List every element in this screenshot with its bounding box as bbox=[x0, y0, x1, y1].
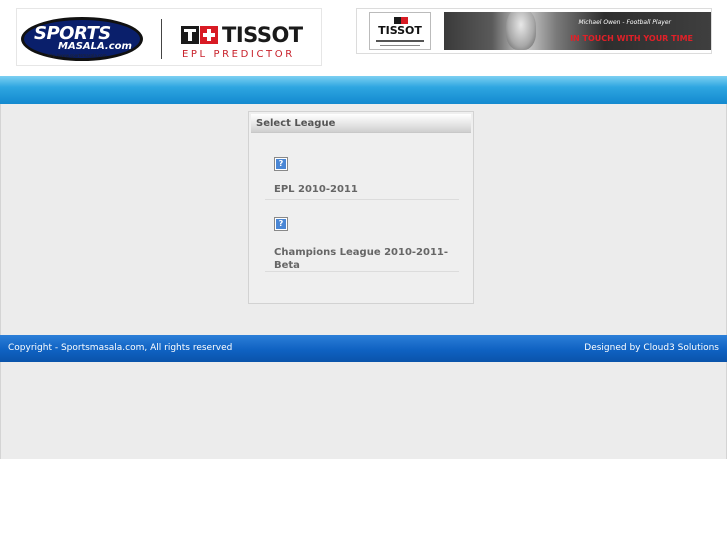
league-divider bbox=[265, 199, 459, 200]
broken-image-icon[interactable]: ? bbox=[274, 157, 288, 171]
epl-predictor-subtitle: EPL PREDICTOR bbox=[182, 49, 295, 60]
league-item-epl[interactable]: ? EPL 2010-2011 bbox=[265, 156, 459, 200]
logo-divider bbox=[161, 19, 162, 59]
league-item-champions-league[interactable]: ? Champions League 2010-2011-Beta bbox=[265, 216, 459, 272]
banner-tissot-logo: TISSOT bbox=[369, 12, 431, 50]
league-link-epl[interactable]: EPL 2010-2011 bbox=[274, 183, 449, 196]
footer-designer-credit: Designed by Cloud3 Solutions bbox=[584, 343, 719, 353]
page: SPORTS MASALA.com http://www.sportsmasal… bbox=[0, 0, 727, 545]
banner-caption: Michael Owen - Football Player bbox=[578, 19, 671, 26]
panel-title: Select League bbox=[256, 118, 336, 129]
tissot-logo: TISSOT bbox=[181, 23, 303, 47]
player-photo bbox=[506, 12, 536, 50]
panel-header: Select League bbox=[251, 114, 471, 133]
league-divider bbox=[265, 271, 459, 272]
banner-slogan: IN TOUCH WITH YOUR TIME bbox=[570, 34, 693, 43]
logo-masala-word: MASALA.com bbox=[58, 41, 132, 52]
league-link-champions-league[interactable]: Champions League 2010-2011-Beta bbox=[274, 246, 449, 272]
site-logo-link[interactable]: SPORTS MASALA.com http://www.sportsmasal… bbox=[16, 8, 322, 66]
banner-photo: Michael Owen - Football Player IN TOUCH … bbox=[444, 12, 711, 50]
banner-tissot-mark-icon bbox=[394, 17, 408, 24]
footer-copyright: Copyright - Sportsmasala.com, All rights… bbox=[8, 343, 233, 353]
tissot-ad-banner[interactable]: TISSOT Michael Owen - Football Player IN… bbox=[356, 8, 712, 54]
tissot-t-icon bbox=[181, 26, 199, 44]
logo-url: http://www.sportsmasala.com bbox=[47, 53, 107, 58]
broken-image-icon[interactable]: ? bbox=[274, 217, 288, 231]
tissot-wordmark: TISSOT bbox=[222, 23, 303, 47]
select-league-panel: Select League ? EPL 2010-2011 ? Champion… bbox=[248, 111, 474, 304]
footer-bar: Copyright - Sportsmasala.com, All rights… bbox=[0, 335, 727, 362]
top-nav-bar bbox=[0, 76, 727, 104]
swiss-cross-icon bbox=[200, 26, 218, 44]
header: SPORTS MASALA.com http://www.sportsmasal… bbox=[0, 0, 727, 76]
banner-brand: TISSOT bbox=[378, 24, 422, 37]
